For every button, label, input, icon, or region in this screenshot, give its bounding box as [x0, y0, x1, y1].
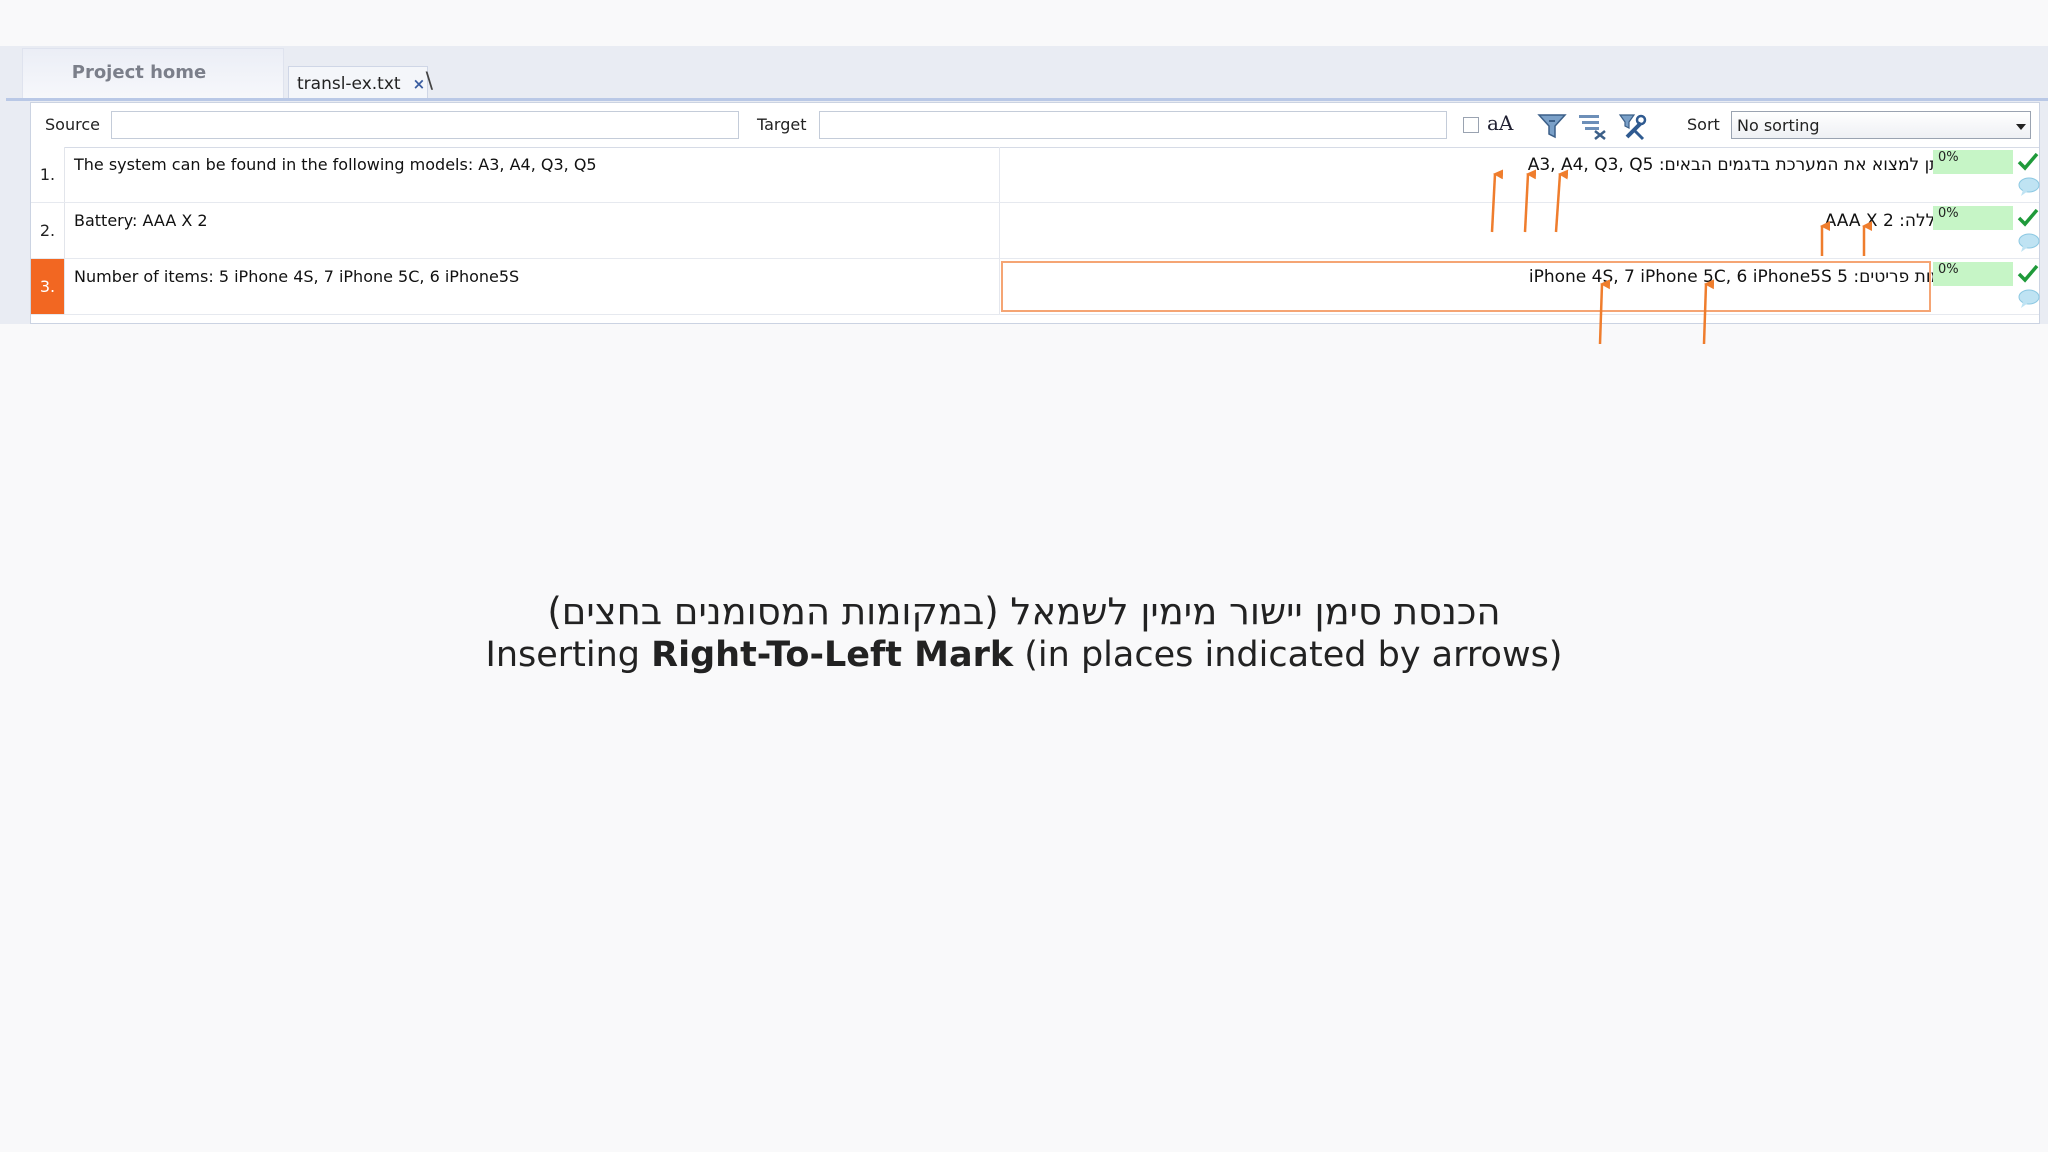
source-filter-input[interactable]: [111, 111, 739, 139]
close-tab-icon[interactable]: ×: [413, 75, 426, 93]
segment-source: Number of items: 5 iPhone 4S, 7 iPhone 5…: [74, 267, 520, 286]
target-filter-label: Target: [757, 115, 807, 134]
tab-divider: [6, 98, 2048, 101]
tab-project-home-label: Project home: [71, 62, 207, 83]
comment-icon[interactable]: [2018, 177, 2040, 197]
tab-file[interactable]: transl-ex.txt × \: [288, 66, 433, 100]
source-filter-label: Source: [45, 115, 100, 134]
check-icon[interactable]: [2017, 262, 2039, 284]
match-percent: 0%: [1933, 150, 2013, 174]
sort-label: Sort: [1687, 115, 1720, 134]
segment-row-active[interactable]: 3. Number of items: 5 iPhone 4S, 7 iPhon…: [31, 259, 2040, 315]
caption-english-bold: Right-To-Left Mark: [651, 635, 1014, 675]
advanced-filter-icon[interactable]: [1617, 111, 1647, 141]
clear-filter-icon[interactable]: [1577, 111, 1607, 141]
check-icon[interactable]: [2017, 206, 2039, 228]
tab-file-label: transl-ex.txt: [297, 73, 401, 94]
tab-edge-icon: \: [425, 69, 433, 94]
segment-target[interactable]: כמות פריטים: 5 iPhone 4S, 7 iPhone 5C, 6…: [1529, 267, 1951, 287]
match-percent: 0%: [1933, 206, 2013, 230]
segments-panel: Source Target aA Sort No sorting 1. The …: [30, 102, 2040, 324]
segment-source: The system can be found in the following…: [74, 155, 597, 174]
segment-number: 3.: [31, 259, 65, 314]
check-icon[interactable]: [2017, 150, 2039, 172]
segment-row[interactable]: 2. Battery: AAA X 2 סוללה: AAA X 2 0%: [31, 203, 2040, 259]
sort-dropdown[interactable]: No sorting: [1731, 111, 2031, 139]
column-divider: [999, 259, 1000, 314]
column-divider: [999, 147, 1000, 202]
column-divider: [999, 203, 1000, 258]
match-case-label: aA: [1487, 111, 1514, 135]
sort-dropdown-value: No sorting: [1737, 116, 1820, 135]
comment-icon[interactable]: [2018, 289, 2040, 309]
filter-bar: Source Target aA Sort No sorting: [31, 103, 2039, 148]
target-filter-input[interactable]: [819, 111, 1447, 139]
caption-english-end: (in places indicated by arrows): [1013, 635, 1563, 675]
caption-hebrew: הכנסת סימן יישור מימין לשמאל (במקומות המ…: [547, 590, 1501, 633]
segment-number: 2.: [31, 203, 65, 258]
filter-icon[interactable]: [1537, 111, 1567, 141]
segment-number: 1.: [31, 147, 65, 202]
match-case-checkbox[interactable]: [1463, 117, 1479, 133]
match-percent: 0%: [1933, 262, 2013, 286]
segment-target[interactable]: ניתן למצוא את המערכת בדגמים הבאים: A3, A…: [1528, 155, 1951, 175]
caption-english-start: Inserting: [485, 635, 652, 675]
translation-editor: Project home transl-ex.txt × \ Source Ta…: [0, 46, 2048, 324]
tab-project-home[interactable]: Project home: [22, 48, 284, 100]
comment-icon[interactable]: [2018, 233, 2040, 253]
chevron-down-icon: [2016, 124, 2026, 130]
segment-source: Battery: AAA X 2: [74, 211, 208, 230]
caption-english: Inserting Right-To-Left Mark (in places …: [0, 635, 2048, 675]
tab-strip: Project home transl-ex.txt × \: [0, 46, 2048, 100]
segment-row[interactable]: 1. The system can be found in the follow…: [31, 147, 2040, 203]
